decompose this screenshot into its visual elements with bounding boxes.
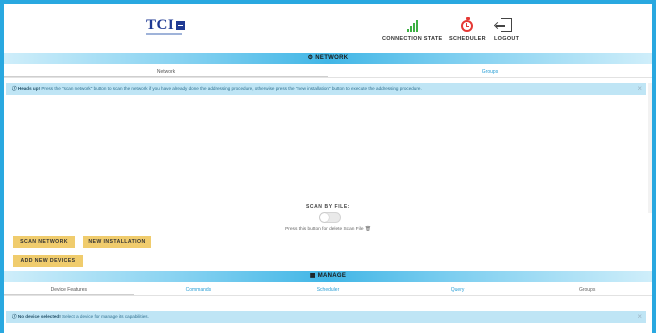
logout-icon: [494, 10, 519, 32]
tab-device-features[interactable]: Device Features: [4, 284, 134, 295]
tab-network[interactable]: Network: [4, 66, 328, 77]
scan-network-button[interactable]: SCAN NETWORK: [13, 236, 75, 248]
signal-bars-icon: [382, 10, 443, 32]
network-tabs: Network Groups: [4, 66, 652, 78]
tab-commands[interactable]: Commands: [134, 284, 264, 295]
close-icon[interactable]: ×: [637, 311, 642, 323]
network-scrollbar[interactable]: [648, 83, 652, 213]
scheduler-label: SCHEDULER: [449, 36, 486, 42]
scan-by-file-toggle[interactable]: [319, 212, 341, 223]
logout-label: LOGOUT: [494, 36, 520, 42]
tab-groups[interactable]: Groups: [328, 66, 652, 77]
network-info-alert: ⓘ Heads up! Press the "scan network" but…: [6, 83, 646, 95]
logo-underline: [146, 33, 182, 35]
manage-tabs: Device Features Commands Scheduler Query…: [4, 284, 652, 296]
logout-button[interactable]: LOGOUT: [494, 10, 519, 42]
alert-message: Press the "scan network" button to scan …: [40, 86, 422, 91]
network-section-header: ⚙ NETWORK: [4, 53, 652, 64]
scan-by-file-label: SCAN BY FILE:: [305, 204, 351, 210]
app-frame: TCI CONNECTION STATE SCHEDULER LOGOUT ⚙ …: [4, 4, 652, 333]
alarm-clock-icon: [449, 10, 486, 32]
top-header: TCI CONNECTION STATE SCHEDULER LOGOUT: [4, 4, 652, 48]
connection-state-label: CONNECTION STATE: [382, 36, 443, 42]
logo-mark-icon: [176, 21, 186, 30]
new-installation-button[interactable]: NEW INSTALLATION: [83, 236, 151, 248]
manage-section-header: ▦ MANAGE: [4, 271, 652, 282]
tab-manage-groups[interactable]: Groups: [522, 284, 652, 295]
tab-scheduler[interactable]: Scheduler: [263, 284, 393, 295]
alert-message: Select a device for manage its capabilit…: [60, 314, 149, 319]
logo-text: TCI: [146, 17, 175, 33]
tab-query[interactable]: Query: [393, 284, 523, 295]
manage-info-alert: ⓘ No device selected! Select a device fo…: [6, 311, 646, 323]
connection-state-button[interactable]: CONNECTION STATE: [382, 10, 443, 42]
alert-heading: ⓘ No device selected!: [12, 314, 61, 319]
logo: TCI: [146, 17, 186, 34]
close-icon[interactable]: ×: [637, 83, 642, 95]
add-new-devices-button[interactable]: ADD NEW DEVICES: [13, 255, 83, 267]
alert-heading: ⓘ Heads up!: [12, 86, 41, 91]
delete-scan-file-hint[interactable]: Press this button for delete Scan File 🗑: [4, 227, 652, 232]
scheduler-button[interactable]: SCHEDULER: [449, 10, 486, 42]
